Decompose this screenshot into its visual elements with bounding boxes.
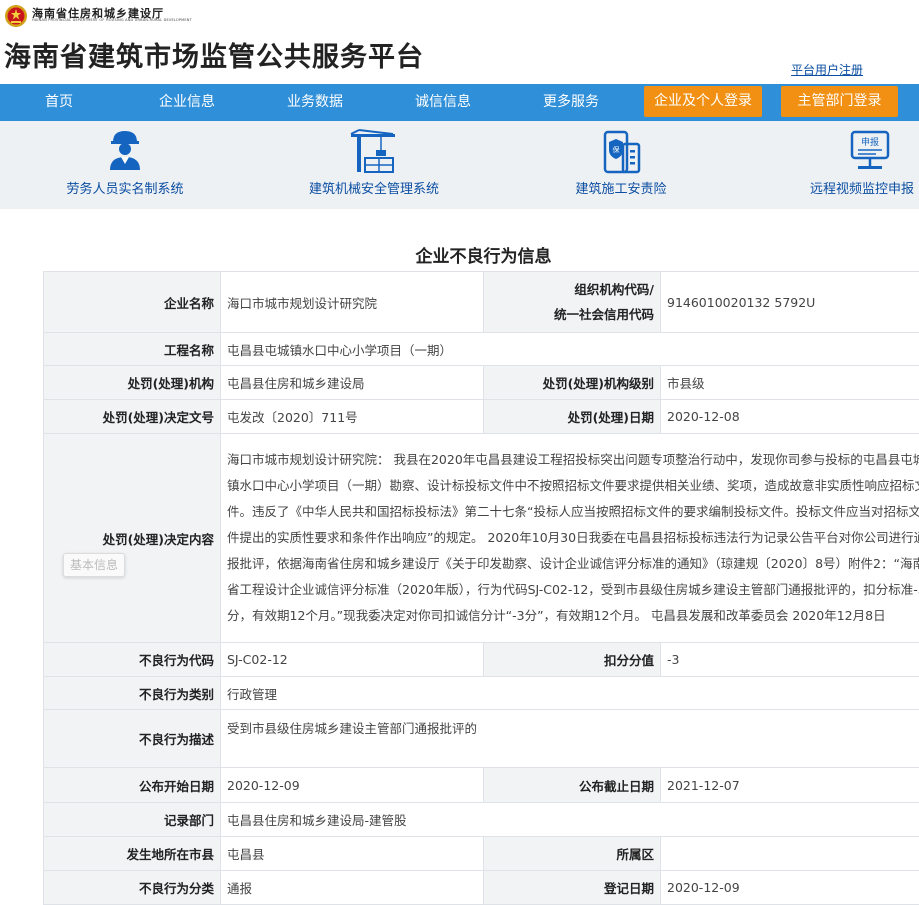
system-video[interactable]: 申报 远程视频监控申报 <box>800 121 919 209</box>
publish-start-label: 公布开始日期 <box>44 768 221 803</box>
register-date-label: 登记日期 <box>484 871 661 905</box>
tower-crane-icon <box>349 128 399 174</box>
nav-more-services[interactable]: 更多服务 <box>532 84 610 121</box>
table-row: 发生地所在市县 屯昌县 所属区 <box>44 837 919 871</box>
department-name-en: HAINAN PROVINCIAL DEPARTMENT OF HOUSING … <box>32 18 192 22</box>
city-label: 发生地所在市县 <box>44 837 221 871</box>
category-value: 行政管理 <box>221 677 919 710</box>
site-title: 海南省建筑市场监管公共服务平台 <box>4 35 424 74</box>
system-crane-label: 建筑机械安全管理系统 <box>296 178 452 197</box>
org-code-label: 组织机构代码/统一社会信用代码 <box>484 272 661 333</box>
publish-end-label: 公布截止日期 <box>484 768 661 803</box>
nav-company-info[interactable]: 企业信息 <box>148 84 226 121</box>
system-insurance[interactable]: 保 建筑施工安责险 <box>548 121 694 209</box>
table-row: 不良行为代码 SJ-C02-12 扣分分值 -3 <box>44 643 919 677</box>
register-date-value: 2020-12-09 <box>661 871 919 905</box>
behavior-code-value: SJ-C02-12 <box>221 643 484 677</box>
classification-value: 通报 <box>221 871 484 905</box>
doc-no-label: 处罚(处理)决定文号 <box>44 400 221 434</box>
systems-strip: 劳务人员实名制系统 建筑机械安全管理系统 保 建筑施工安责险 <box>0 121 919 209</box>
site-header: 海南省住房和城乡建设厅 HAINAN PROVINCIAL DEPARTMENT… <box>0 0 919 84</box>
company-name-value: 海口市城市规划设计研究院 <box>221 272 484 333</box>
table-row: 公布开始日期 2020-12-09 公布截止日期 2021-12-07 <box>44 768 919 803</box>
main-nav: 首页 企业信息 业务数据 诚信信息 更多服务 企业及个人登录 主管部门登录 <box>0 84 919 121</box>
punish-date-label: 处罚(处理)日期 <box>484 400 661 434</box>
bad-behavior-detail-table: 企业名称 海口市城市规划设计研究院 组织机构代码/统一社会信用代码 914601… <box>43 271 919 905</box>
classification-label: 不良行为分类 <box>44 871 221 905</box>
dept-login-button[interactable]: 主管部门登录 <box>781 86 898 117</box>
org-code-value: 9146010020132 5792U <box>661 272 919 333</box>
table-row: 不良行为类别 行政管理 <box>44 677 919 710</box>
system-insurance-label: 建筑施工安责险 <box>548 178 694 197</box>
category-label: 不良行为类别 <box>44 677 221 710</box>
company-name-label: 企业名称 <box>44 272 221 333</box>
decision-label: 处罚(处理)决定内容 <box>44 434 221 643</box>
deduction-value: -3 <box>661 643 919 677</box>
report-icon: 申报 <box>848 128 892 174</box>
description-label: 不良行为描述 <box>44 710 221 768</box>
authority-label: 处罚(处理)机构 <box>44 366 221 400</box>
nav-home[interactable]: 首页 <box>20 84 98 121</box>
publish-start-value: 2020-12-09 <box>221 768 484 803</box>
basic-info-tab[interactable]: 基本信息 <box>63 553 125 577</box>
city-value: 屯昌县 <box>221 837 484 871</box>
register-link[interactable]: 平台用户注册 <box>791 61 863 78</box>
authority-level-label: 处罚(处理)机构级别 <box>484 366 661 400</box>
svg-text:申报: 申报 <box>861 136 879 148</box>
record-dept-label: 记录部门 <box>44 803 221 837</box>
region-value <box>661 837 919 871</box>
table-row: 记录部门 屯昌县住房和城乡建设局-建管股 <box>44 803 919 837</box>
page-title: 企业不良行为信息 <box>0 242 919 267</box>
deduction-label: 扣分分值 <box>484 643 661 677</box>
national-emblem-icon <box>4 4 28 28</box>
company-login-button[interactable]: 企业及个人登录 <box>644 86 762 117</box>
record-dept-value: 屯昌县住房和城乡建设局-建管股 <box>221 803 919 837</box>
org-code-label-line1: 组织机构代码/ <box>574 282 654 297</box>
svg-text:保: 保 <box>613 145 620 154</box>
org-code-label-line2: 统一社会信用代码 <box>554 307 654 322</box>
system-video-label: 远程视频监控申报 <box>810 178 919 197</box>
authority-value: 屯昌县住房和城乡建设局 <box>221 366 484 400</box>
punish-date-value: 2020-12-08 <box>661 400 919 434</box>
table-row: 不良行为描述 受到市县级住房城乡建设主管部门通报批评的 <box>44 710 919 768</box>
table-row: 处罚(处理)决定内容 海口市城市规划设计研究院： 我县在2020年屯昌县建设工程… <box>44 434 919 643</box>
system-crane[interactable]: 建筑机械安全管理系统 <box>296 121 452 209</box>
table-row: 工程名称 屯昌县屯城镇水口中心小学项目（一期） <box>44 333 919 366</box>
table-row: 处罚(处理)机构 屯昌县住房和城乡建设局 处罚(处理)机构级别 市县级 <box>44 366 919 400</box>
building-insurance-icon: 保 <box>599 128 643 174</box>
project-label: 工程名称 <box>44 333 221 366</box>
region-label: 所属区 <box>484 837 661 871</box>
table-row: 不良行为分类 通报 登记日期 2020-12-09 <box>44 871 919 905</box>
system-worker-label: 劳务人员实名制系统 <box>50 178 200 197</box>
table-row: 企业名称 海口市城市规划设计研究院 组织机构代码/统一社会信用代码 914601… <box>44 272 919 333</box>
decision-content: 海口市城市规划设计研究院： 我县在2020年屯昌县建设工程招投标突出问题专项整治… <box>221 434 919 643</box>
nav-business-data[interactable]: 业务数据 <box>276 84 354 121</box>
table-row: 处罚(处理)决定文号 屯发改〔2020〕711号 处罚(处理)日期 2020-1… <box>44 400 919 434</box>
project-value: 屯昌县屯城镇水口中心小学项目（一期） <box>221 333 919 366</box>
worker-icon <box>105 128 145 172</box>
doc-no-value: 屯发改〔2020〕711号 <box>221 400 484 434</box>
authority-level-value: 市县级 <box>661 366 919 400</box>
publish-end-value: 2021-12-07 <box>661 768 919 803</box>
nav-credit-info[interactable]: 诚信信息 <box>404 84 482 121</box>
system-worker[interactable]: 劳务人员实名制系统 <box>50 121 200 209</box>
description-value: 受到市县级住房城乡建设主管部门通报批评的 <box>221 710 919 768</box>
behavior-code-label: 不良行为代码 <box>44 643 221 677</box>
